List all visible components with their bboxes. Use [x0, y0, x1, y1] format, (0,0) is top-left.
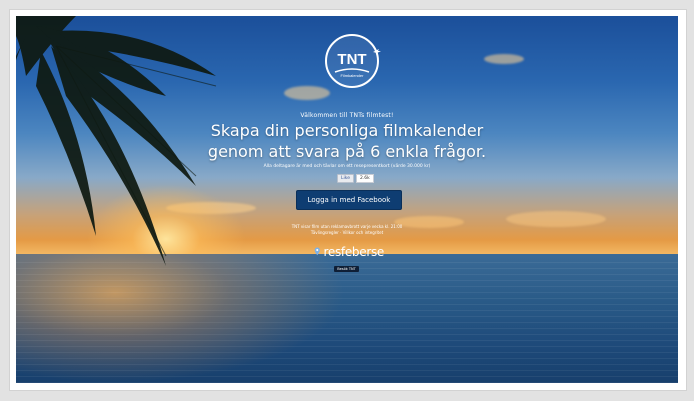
welcome-text: Välkommen till TNTs filmtest!	[300, 112, 394, 119]
contest-subtext: Alla deltagare är med och tävlar om ett …	[263, 164, 431, 169]
like-count: 2.6k	[355, 174, 374, 183]
facebook-like[interactable]: Like 2.6k	[337, 174, 374, 183]
like-button[interactable]: Like	[337, 174, 354, 183]
visit-tnt-button[interactable]: Besök TNT	[334, 266, 359, 272]
fineprint-line-2[interactable]: Tävlingsregler · Villkor och integritet	[16, 230, 678, 235]
landing-content: TNT Filmkalender Välkommen till TNTs fil…	[16, 16, 678, 383]
headline: Skapa din personliga filmkalender genom …	[16, 120, 678, 162]
headline-line-1: Skapa din personliga filmkalender	[210, 121, 484, 140]
fineprint-line-1: TNT visar film utan reklamavbrott varje …	[291, 224, 403, 229]
location-pin-icon	[314, 247, 320, 256]
partner-name: resfeberse	[323, 245, 385, 259]
headline-line-2: genom att svara på 6 enkla frågor.	[207, 142, 487, 161]
partner-logo[interactable]: resfeberse	[314, 242, 384, 262]
logo-text: TNT	[337, 51, 366, 68]
tnt-logo: TNT Filmkalender	[325, 34, 381, 88]
facebook-login-button[interactable]: Logga in med Facebook	[296, 190, 402, 210]
logo-subtext: Filmkalender	[341, 73, 365, 78]
